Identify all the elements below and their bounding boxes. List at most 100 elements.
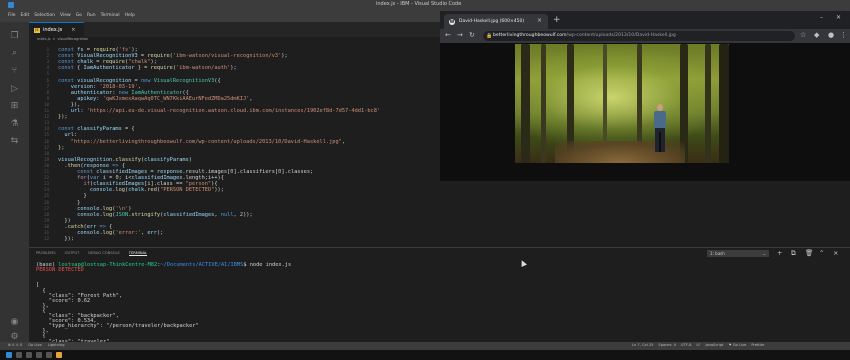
browser-viewport <box>440 43 850 181</box>
status-item[interactable]: LF <box>696 343 700 347</box>
line-number: 1 <box>46 47 49 52</box>
status-item[interactable]: Ln 7, Col 25 <box>632 343 653 347</box>
code-token: classifiedImages <box>96 169 148 175</box>
reload-icon[interactable]: ↻ <box>469 31 475 39</box>
bookmark-star-icon[interactable]: ☆ <box>800 31 806 39</box>
extensions-icon[interactable]: ⊞ <box>8 99 21 112</box>
minimize-icon[interactable]: – <box>820 14 823 21</box>
trash-icon[interactable]: 🗑 <box>805 249 813 257</box>
code-token: ); <box>156 230 164 236</box>
menu-item-selection[interactable]: Selection <box>34 13 55 18</box>
status-item[interactable]: Go Live <box>28 343 41 347</box>
remote-explorer-icon[interactable]: ⇆ <box>8 134 21 147</box>
code-editor[interactable]: 1 2 3 4 5 6 7 8 9 10 11 12 13 14 15 16 17 18 19 20 21 22 23 24 2… <box>29 45 440 247</box>
os-taskbar <box>0 350 850 360</box>
tree-trunk <box>705 44 711 163</box>
back-arrow-icon[interactable]: ← <box>445 31 451 39</box>
close-panel-icon[interactable]: × <box>833 249 838 257</box>
tree-trunk <box>541 44 546 163</box>
forward-arrow-icon[interactable]: → <box>457 31 463 39</box>
panel-tab-output[interactable]: OUTPUT <box>65 251 80 256</box>
taskbar-app-icon[interactable] <box>6 352 12 358</box>
profile-avatar-icon[interactable]: ● <box>828 31 834 39</box>
tab-close-icon[interactable]: × <box>71 27 75 33</box>
code-token: require <box>150 65 173 72</box>
accounts-icon[interactable]: ◉ <box>8 315 21 328</box>
forest-photo[interactable] <box>515 44 729 163</box>
taskbar-app-icon[interactable] <box>36 352 42 358</box>
status-item[interactable]: Spaces: 4 <box>658 343 675 347</box>
code-token: url <box>64 132 74 139</box>
code-token: log <box>115 187 125 194</box>
menu-item-go[interactable]: Go <box>76 13 82 18</box>
testing-icon[interactable]: ⚗ <box>8 117 21 130</box>
new-terminal-icon[interactable]: + <box>777 249 782 257</box>
breadcrumb-item[interactable]: > <box>52 37 55 45</box>
code-token: }), <box>58 101 81 108</box>
taskbar-app-icon[interactable] <box>56 352 62 358</box>
new-tab-icon[interactable]: + <box>553 15 561 25</box>
taskbar-app-icon[interactable] <box>26 352 32 358</box>
menu-item-view[interactable]: View <box>60 13 71 18</box>
line-number: 26 <box>44 199 49 205</box>
status-item[interactable]: ⚑ Go Live <box>728 343 746 347</box>
extension-icon[interactable]: ◆ <box>814 31 819 39</box>
close-window-icon[interactable]: ✕ <box>836 14 841 21</box>
menu-item-file[interactable]: File <box>8 13 16 18</box>
activity-bar: ❐ ⌕ ⑂ ▷ ⊞ ⚗ ⇆ ◉ ⚙ <box>0 22 29 342</box>
menu-item-edit[interactable]: Edit <box>21 13 30 18</box>
run-debug-icon[interactable]: ▷ <box>8 82 21 95</box>
status-item[interactable]: JavaScript <box>705 343 723 347</box>
menu-item-help[interactable]: Help <box>125 13 135 18</box>
status-item[interactable]: UTF-8 <box>681 343 691 347</box>
more-menu-icon[interactable]: ⋮ <box>840 31 847 39</box>
close-tab-icon[interactable]: × <box>537 17 542 24</box>
terminal-line: "type_hierarchy": "/person/traveler/back… <box>36 323 199 329</box>
status-item[interactable]: Lightning <box>48 343 65 347</box>
code-token: } <box>58 199 81 206</box>
breadcrumb-item[interactable]: visualRecognition <box>57 37 88 45</box>
code-token: red <box>147 187 157 194</box>
code-token: ].classes; <box>281 169 314 175</box>
code-token: classifiedImages <box>131 175 183 182</box>
panel-tab-debug-console[interactable]: DEBUG CONSOLE <box>88 251 119 256</box>
breadcrumb-item[interactable]: index.js <box>37 37 50 45</box>
maximize-panel-icon[interactable]: ⌃ <box>819 249 824 257</box>
source-control-icon[interactable]: ⑂ <box>8 64 21 77</box>
code-token: , <box>137 83 141 90</box>
panel-tab-problems[interactable]: PROBLEMS <box>36 251 56 256</box>
code-token: classifyParams <box>144 156 189 163</box>
explorer-icon[interactable]: ❐ <box>8 29 21 42</box>
tab-index-js[interactable]: JS index.js × <box>29 22 84 37</box>
line-number: 8 <box>46 89 49 95</box>
taskbar-app-icon[interactable] <box>46 352 52 358</box>
terminal-shell-select[interactable]: 1: bash ⌄ <box>707 250 769 257</box>
status-item[interactable]: Prettier <box>751 343 764 347</box>
search-icon[interactable]: ⌕ <box>8 46 21 59</box>
code-token: )); <box>214 187 224 194</box>
split-terminal-icon[interactable]: ⧉ <box>791 249 796 258</box>
line-number: 6 <box>46 77 49 83</box>
vscode-titlebar: index.js - IBM - Visual Studio Code <box>0 0 850 11</box>
status-item[interactable]: ⊗ 0 ⚠ 0 <box>8 343 22 347</box>
taskbar-app-icon[interactable] <box>16 352 22 358</box>
menu-item-terminal[interactable]: Terminal <box>101 13 120 18</box>
code-line: const classifiedImages = response.result… <box>58 169 313 175</box>
code-token: = <box>93 59 103 66</box>
browser-tabstrip: W David-Haskell.jpg (600×450) × + – ✕ <box>440 11 850 29</box>
panel-tab-terminal[interactable]: TERMINAL <box>128 251 148 256</box>
menu-item-run[interactable]: Run <box>87 13 96 18</box>
code-token: url <box>70 108 81 114</box>
code-token: null <box>220 211 234 218</box>
code-token: , <box>249 95 253 102</box>
code-line: }); <box>58 114 68 120</box>
code-token: ({ <box>182 89 189 96</box>
browser-tab[interactable]: W David-Haskell.jpg (600×450) × <box>444 14 548 29</box>
code-line: }), <box>58 101 81 108</box>
address-bar[interactable]: 🔒 betterlivingthroughbeowulf.com/wp-cont… <box>483 31 795 41</box>
